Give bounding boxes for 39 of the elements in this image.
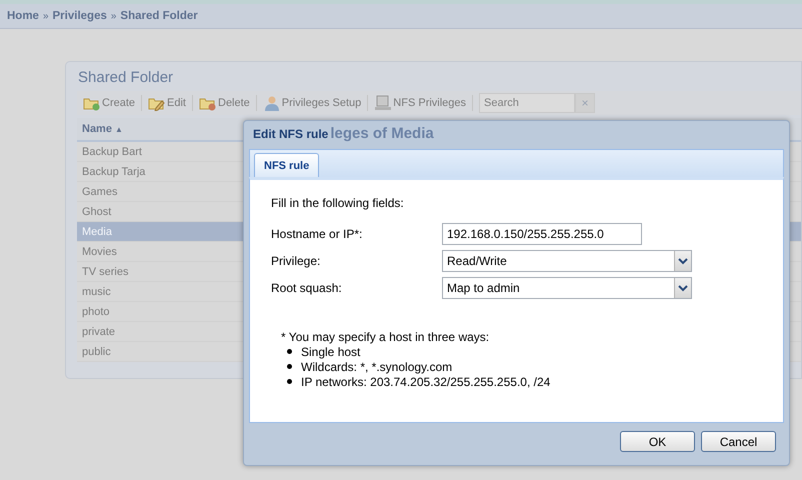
chevron-down-icon: [678, 258, 688, 264]
bullet-icon: [287, 364, 292, 369]
intro-text: Fill in the following fields:: [271, 196, 405, 212]
user-icon: [262, 95, 281, 111]
bullet-icon: [287, 349, 292, 354]
hostname-field[interactable]: 192.168.0.150/255.255.255.0: [442, 223, 642, 245]
dialog-title: Edit NFS rule: [253, 126, 328, 140]
note-item: Single host: [301, 344, 360, 358]
dialog-button[interactable]: Cancel: [701, 431, 776, 452]
chevron-down-icon: [678, 284, 688, 292]
search-field[interactable]: Search: [479, 93, 576, 113]
breadcrumb-separator: »: [42, 10, 49, 22]
folder-pencil-icon: [148, 96, 166, 110]
breadcrumb-link[interactable]: Shared Folder: [120, 10, 198, 22]
folder-plus-icon: [83, 96, 101, 110]
panel-title: Shared Folder: [77, 68, 174, 88]
note-text: * You may specify a host in three ways:: [281, 330, 490, 344]
clear-search-button[interactable]: ×: [575, 93, 596, 113]
bullet-icon: [287, 379, 292, 384]
folder-minus-icon: [199, 96, 217, 110]
note-item: Wildcards: *, *.synology.com: [301, 360, 452, 374]
tab[interactable]: NFS rule: [254, 153, 320, 177]
field-label: Root squash:: [271, 281, 343, 295]
toolbar-button[interactable]: NFS Privileges: [372, 95, 468, 111]
breadcrumb-link[interactable]: Privileges: [52, 10, 107, 22]
background-window-title: leges of Media: [330, 125, 434, 142]
breadcrumb-link[interactable]: Home: [7, 10, 39, 22]
toolbar-button[interactable]: Privileges Setup: [260, 95, 364, 111]
toolbar-button[interactable]: Create: [81, 96, 138, 110]
note-item: IP networks: 203.74.205.32/255.255.255.0, /24: [301, 374, 550, 388]
dropdown[interactable]: Map to admin: [442, 277, 692, 299]
toolbar-button[interactable]: Edit: [146, 96, 188, 110]
computer-icon: [374, 95, 392, 111]
field-label: Hostname or IP*:: [271, 227, 364, 241]
dialog-button[interactable]: OK: [620, 431, 695, 452]
toolbar-button[interactable]: Delete: [197, 96, 252, 110]
field-label: Privilege:: [271, 254, 322, 268]
dropdown[interactable]: Read/Write: [442, 250, 692, 272]
breadcrumb-separator: »: [110, 10, 116, 22]
